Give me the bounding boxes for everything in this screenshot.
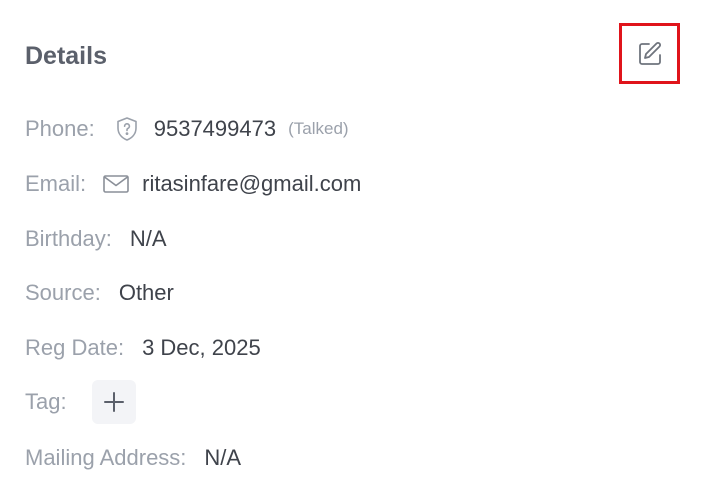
mailing-address-row: Mailing Address: N/A [25, 444, 241, 472]
mailing-address-label: Mailing Address: [25, 445, 187, 470]
add-tag-button[interactable] [91, 380, 136, 424]
reg-date-row: Reg Date: 3 Dec, 2025 [25, 334, 261, 362]
email-label: Email: [25, 171, 87, 196]
phone-label: Phone: [25, 116, 95, 141]
shield-question-icon [115, 116, 139, 142]
birthday-row: Birthday: N/A [25, 225, 167, 253]
envelope-icon [102, 173, 130, 195]
edit-button[interactable] [619, 23, 680, 84]
reg-date-value: 3 Dec, 2025 [142, 335, 261, 360]
birthday-value: N/A [129, 226, 167, 251]
email-row: Email: ritasinfare@gmail.com [25, 170, 361, 198]
source-row: Source: Other [25, 279, 174, 307]
birthday-label: Birthday: [25, 226, 112, 251]
edit-icon [636, 40, 664, 68]
source-label: Source: [25, 280, 101, 305]
source-value: Other [118, 280, 174, 305]
phone-value[interactable]: 9537499473 [154, 115, 276, 143]
mailing-address-value: N/A [204, 445, 242, 470]
phone-status: (Talked) [288, 119, 349, 138]
tag-row: Tag: [25, 380, 136, 424]
details-card: Details Phone: 9537499473 (Talked) Email… [0, 0, 702, 502]
phone-row: Phone: 9537499473 (Talked) [25, 115, 349, 143]
email-value[interactable]: ritasinfare@gmail.com [142, 170, 361, 198]
details-title: Details [25, 42, 107, 70]
tag-label: Tag: [25, 389, 67, 414]
plus-icon [103, 391, 125, 413]
reg-date-label: Reg Date: [25, 335, 125, 360]
